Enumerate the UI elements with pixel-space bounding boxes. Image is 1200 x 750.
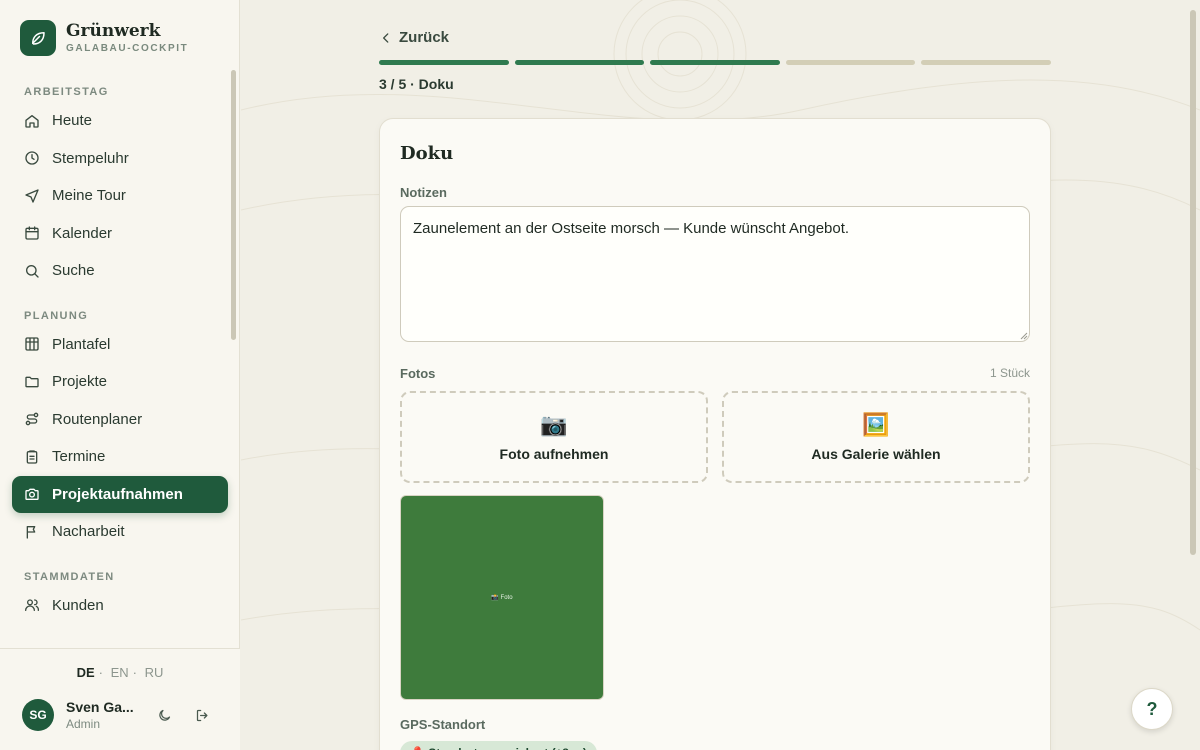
moon-icon: [158, 709, 170, 721]
flag-icon: [26, 525, 36, 539]
gps-label: GPS-Standort: [400, 717, 486, 732]
route-icon: [25, 412, 39, 426]
brand-name: Grünwerk: [66, 21, 161, 41]
resize-handle-icon[interactable]: [1020, 332, 1028, 340]
language-ru[interactable]: RU: [145, 665, 164, 680]
logout-button[interactable]: [192, 705, 212, 725]
sidebar-item-label: Kalender: [52, 224, 113, 242]
progress-segment: [514, 60, 645, 65]
sidebar-item-meine-tour[interactable]: Meine Tour: [12, 177, 228, 215]
sidebar-item-label: Heute: [52, 112, 93, 130]
user-role: Admin: [66, 717, 101, 731]
help-button[interactable]: ?: [1131, 688, 1173, 730]
sidebar-item-label: Kunden: [52, 596, 104, 614]
sidebar-item-heute[interactable]: Heute: [12, 102, 228, 140]
avatar[interactable]: SG: [22, 699, 54, 731]
doku-card: Doku Notizen Zaunelement an der Ostseite…: [379, 118, 1051, 750]
user-panel: SG Sven Ga... Admin: [22, 699, 212, 731]
sidebar-item-label: Termine: [52, 448, 106, 466]
progress-segment: [921, 60, 1051, 65]
take-photo-label: Foto aufnehmen: [499, 446, 609, 462]
progress-segment: [650, 60, 780, 65]
sidebar-item-kalender[interactable]: Kalender: [12, 215, 228, 253]
section-label-arbeitstag: ARBEITSTAG: [24, 86, 109, 98]
navigation-icon: [25, 189, 39, 203]
sidebar-item-label: Projekte: [52, 373, 108, 391]
folder-icon: [25, 376, 39, 388]
photo-thumbnail[interactable]: 📸 Foto: [400, 495, 604, 700]
camera-icon: 📷: [540, 412, 568, 437]
user-name: Sven Ga...: [66, 699, 134, 715]
sidebar-item-label: Projektaufnahmen: [52, 485, 183, 503]
sidebar-footer: DE · EN · RU SG Sven Ga... Admin: [0, 648, 240, 750]
leaf-icon: [20, 20, 56, 56]
sidebar-scrollbar[interactable]: [231, 70, 236, 340]
grid-icon: [25, 337, 39, 351]
sidebar-item-stempeluhr[interactable]: Stempeluhr: [12, 140, 228, 178]
gallery-label: Aus Galerie wählen: [811, 446, 941, 462]
photos-count: 1 Stück: [989, 366, 1030, 380]
notes-label: Notizen: [400, 185, 447, 200]
progress-segment: [785, 60, 916, 65]
sidebar-item-suche[interactable]: Suche: [12, 252, 228, 290]
theme-toggle-button[interactable]: [154, 705, 174, 725]
logout-icon: [196, 709, 207, 721]
take-photo-button[interactable]: 📷 Foto aufnehmen: [400, 391, 708, 483]
sidebar-item-projekte[interactable]: Projekte: [12, 363, 228, 401]
photos-label: Fotos: [400, 366, 436, 381]
sidebar-item-termine[interactable]: Termine: [12, 438, 228, 476]
section-label-planung: PLANUNG: [24, 309, 89, 322]
progress-segment: [379, 60, 509, 65]
clipboard-icon: [26, 450, 38, 464]
choose-gallery-button[interactable]: 🖼️ Aus Galerie wählen: [722, 391, 1030, 483]
thumbnail-caption: 📸 Foto: [491, 595, 513, 601]
card-title: Doku: [400, 143, 454, 164]
step-progress: [379, 60, 1051, 65]
users-icon: [25, 599, 40, 612]
sidebar: Grünwerk GALABAU-COCKPIT ARBEITSTAG Heut…: [0, 0, 240, 750]
gps-status-badge: 📍 Standort gespeichert (±8 m): [400, 741, 597, 750]
step-indicator: 3 / 5 · Doku: [379, 76, 454, 92]
sidebar-item-label: Nacharbeit: [52, 523, 125, 541]
sidebar-item-label: Routenplaner: [52, 410, 143, 428]
sidebar-item-plantafel[interactable]: Plantafel: [12, 326, 228, 364]
chevron-left-icon: [383, 32, 389, 43]
sidebar-item-routenplaner[interactable]: Routenplaner: [12, 401, 228, 439]
camera-icon: [25, 488, 39, 501]
calendar-icon: [25, 226, 39, 240]
language-de[interactable]: DE: [77, 665, 95, 680]
sidebar-item-label: Stempeluhr: [52, 149, 129, 167]
picture-icon: 🖼️: [862, 412, 890, 437]
brand-subtitle: GALABAU-COCKPIT: [66, 43, 189, 54]
sidebar-item-label: Plantafel: [52, 335, 111, 353]
search-icon: [26, 264, 39, 278]
sidebar-item-kunden[interactable]: Kunden: [12, 587, 228, 625]
sidebar-nav: ARBEITSTAG Heute Stempeluhr Meine Tour K…: [12, 86, 228, 624]
brand[interactable]: Grünwerk GALABAU-COCKPIT: [20, 20, 188, 56]
home-icon: [25, 114, 39, 128]
sidebar-item-label: Meine Tour: [52, 187, 126, 205]
back-link[interactable]: Zurück: [379, 29, 449, 46]
section-label-stammdaten: STAMMDATEN: [24, 570, 115, 583]
back-label: Zurück: [399, 29, 450, 46]
sidebar-item-label: Suche: [52, 262, 95, 280]
sidebar-item-nacharbeit[interactable]: Nacharbeit: [12, 513, 228, 551]
language-en[interactable]: EN: [111, 665, 129, 680]
main-content: Zurück 3 / 5 · Doku Doku Notizen Zaunele…: [241, 0, 1200, 750]
notes-textarea[interactable]: Zaunelement an der Ostseite morsch — Kun…: [400, 206, 1030, 342]
sidebar-item-projektaufnahmen[interactable]: Projektaufnahmen: [12, 475, 228, 513]
clock-icon: [25, 151, 39, 165]
language-switcher: DE · EN · RU: [76, 665, 164, 680]
main-scrollbar[interactable]: [1190, 10, 1196, 555]
